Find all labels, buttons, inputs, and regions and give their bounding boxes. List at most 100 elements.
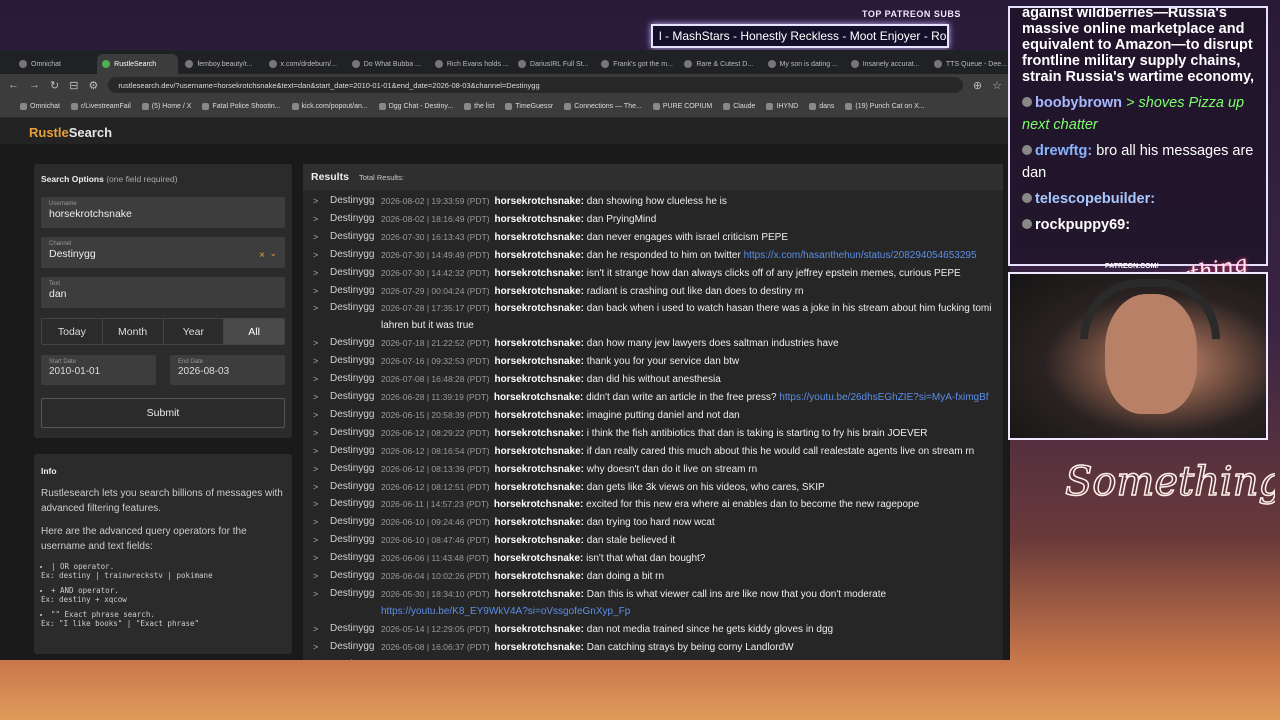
bookmark-icon[interactable]: ⊟ <box>69 79 78 92</box>
expand-chevron-icon[interactable]: > <box>313 283 330 301</box>
expand-chevron-icon[interactable]: > <box>313 621 330 639</box>
expand-chevron-icon[interactable]: > <box>313 568 330 586</box>
logo-rustle[interactable]: Rustle <box>29 125 69 140</box>
browser-tab[interactable]: My son is dating ... <box>763 54 844 74</box>
expand-chevron-icon[interactable]: > <box>313 496 330 514</box>
range-all-button[interactable]: All <box>224 319 284 344</box>
result-username[interactable]: horsekrotchsnake: <box>495 268 584 279</box>
end-date-field[interactable]: End Date 2026-08-03 <box>170 355 285 385</box>
expand-chevron-icon[interactable]: > <box>313 461 330 479</box>
result-username[interactable]: horsekrotchsnake: <box>495 303 584 314</box>
browser-tab[interactable]: Do What Bubba ... <box>347 54 428 74</box>
result-username[interactable]: horsekrotchsnake: <box>494 392 583 403</box>
browser-tab[interactable]: Insanely accurat... <box>846 54 927 74</box>
clear-icon[interactable]: × <box>259 250 265 261</box>
forward-icon[interactable]: → <box>29 79 40 91</box>
result-link[interactable]: https://youtu.be/26dhsEGhZIE?si=MyA-fxim… <box>779 392 988 403</box>
result-username[interactable]: horsekrotchsnake: <box>495 338 584 349</box>
chat-username[interactable]: telescopebuilder: <box>1035 191 1155 207</box>
result-link[interactable]: https://x.com/hasanthehun/status/2082940… <box>744 250 977 261</box>
browser-tab[interactable]: x.com/drdeburn/... <box>264 54 345 74</box>
address-bar[interactable]: rustlesearch.dev/?username=horsekrotchsn… <box>108 77 963 93</box>
result-username[interactable]: horsekrotchsnake: <box>495 428 584 439</box>
result-username[interactable]: horsekrotchsnake: <box>495 410 584 421</box>
result-username[interactable]: horsekrotchsnake: <box>495 356 584 367</box>
expand-chevron-icon[interactable]: > <box>313 193 330 211</box>
browser-tab[interactable]: Rich Evans holds ... <box>430 54 511 74</box>
chat-username[interactable]: rockpuppy69: <box>1035 217 1130 233</box>
expand-chevron-icon[interactable]: > <box>313 479 330 497</box>
bookmark-item[interactable]: the list <box>464 103 494 110</box>
bookmark-item[interactable]: (19) Punch Cat on X... <box>845 103 925 110</box>
result-username[interactable]: horsekrotchsnake: <box>495 374 584 385</box>
bookmark-item[interactable]: kick.com/popout/an... <box>291 103 368 110</box>
browser-tab[interactable]: femboy.beauty/r... <box>180 54 261 74</box>
bookmark-item[interactable]: r/LivestreamFail <box>70 103 131 110</box>
browser-tab[interactable]: Rare & Cutest D... <box>679 54 760 74</box>
expand-chevron-icon[interactable]: > <box>313 353 330 371</box>
username-field[interactable]: Username horsekrotchsnake <box>41 197 285 228</box>
expand-chevron-icon[interactable]: > <box>313 425 330 443</box>
expand-chevron-icon[interactable]: > <box>313 407 330 425</box>
browser-tab[interactable]: RustleSearch <box>97 54 179 74</box>
result-username[interactable]: horsekrotchsnake: <box>495 482 584 493</box>
range-month-button[interactable]: Month <box>102 319 164 344</box>
browser-tab[interactable]: Frank's got the m... <box>596 54 677 74</box>
result-username[interactable]: horsekrotchsnake: <box>495 464 584 475</box>
expand-chevron-icon[interactable]: > <box>313 265 330 283</box>
channel-select[interactable]: Channel Destinygg × ⌄ <box>41 237 285 268</box>
logo-search[interactable]: Search <box>69 125 112 140</box>
result-username[interactable]: horsekrotchsnake: <box>494 499 583 510</box>
bookmark-item[interactable]: Fatal Police Shootin... <box>202 103 281 110</box>
result-username[interactable]: horsekrotchsnake: <box>495 250 584 261</box>
chevron-down-icon[interactable]: ⌄ <box>269 248 277 259</box>
browser-tab[interactable]: TTS Queue - Dee... <box>929 54 1010 74</box>
back-icon[interactable]: ← <box>8 79 19 91</box>
bookmark-item[interactable]: Omnichat <box>20 103 60 110</box>
bookmark-item[interactable]: Claude <box>723 103 755 110</box>
reload-icon[interactable]: ↻ <box>50 79 59 92</box>
result-username[interactable]: horsekrotchsnake: <box>495 286 584 297</box>
expand-chevron-icon[interactable]: > <box>313 247 330 265</box>
range-today-button[interactable]: Today <box>42 319 103 344</box>
expand-chevron-icon[interactable]: > <box>313 657 330 661</box>
bookmark-item[interactable]: Dgg Chat - Destiny... <box>378 103 453 110</box>
expand-chevron-icon[interactable]: > <box>313 371 330 389</box>
submit-button[interactable]: Submit <box>41 398 285 428</box>
result-username[interactable]: horsekrotchsnake: <box>494 553 583 564</box>
result-username[interactable]: horsekrotchsnake: <box>495 232 584 243</box>
expand-chevron-icon[interactable]: > <box>313 335 330 353</box>
expand-chevron-icon[interactable]: > <box>313 389 330 407</box>
result-link[interactable]: https://youtu.be/K8_EY9WkV4A?si=oVssgofe… <box>381 606 630 617</box>
result-username[interactable]: horsekrotchsnake: <box>495 589 584 600</box>
site-info-icon[interactable]: ⚙ <box>88 79 98 92</box>
expand-chevron-icon[interactable]: > <box>313 300 330 335</box>
result-username[interactable]: horsekrotchsnake: <box>495 571 584 582</box>
expand-chevron-icon[interactable]: > <box>313 211 330 229</box>
browser-tab[interactable]: Omnichat <box>14 54 95 74</box>
chat-username[interactable]: boobybrown <box>1035 95 1122 111</box>
result-username[interactable]: horsekrotchsnake: <box>495 624 584 635</box>
bookmark-item[interactable]: Connections — The... <box>564 103 642 110</box>
bookmark-item[interactable]: dans <box>809 103 834 110</box>
browser-tab[interactable]: DariusIRL Full St... <box>513 54 594 74</box>
chat-username[interactable]: drewftg: <box>1035 143 1092 159</box>
range-year-button[interactable]: Year <box>163 319 225 344</box>
bookmark-item[interactable]: IHYND <box>766 103 798 110</box>
bookmark-item[interactable]: TimeGuessr <box>505 103 553 110</box>
expand-chevron-icon[interactable]: > <box>313 639 330 657</box>
expand-chevron-icon[interactable]: > <box>313 586 330 621</box>
result-username[interactable]: horsekrotchsnake: <box>495 517 584 528</box>
text-field[interactable]: Text dan <box>41 277 285 308</box>
result-username[interactable]: horsekrotchsnake: <box>495 535 584 546</box>
result-username[interactable]: horsekrotchsnake: <box>495 642 584 653</box>
expand-chevron-icon[interactable]: > <box>313 443 330 461</box>
start-date-field[interactable]: Start Date 2010-01-01 <box>41 355 156 385</box>
zoom-icon[interactable]: ⊕ <box>973 79 982 92</box>
star-icon[interactable]: ☆ <box>992 79 1002 92</box>
expand-chevron-icon[interactable]: > <box>313 532 330 550</box>
expand-chevron-icon[interactable]: > <box>313 514 330 532</box>
bookmark-item[interactable]: (5) Home / X <box>141 103 191 110</box>
expand-chevron-icon[interactable]: > <box>313 229 330 247</box>
result-username[interactable]: horsekrotchsnake: <box>495 214 584 225</box>
